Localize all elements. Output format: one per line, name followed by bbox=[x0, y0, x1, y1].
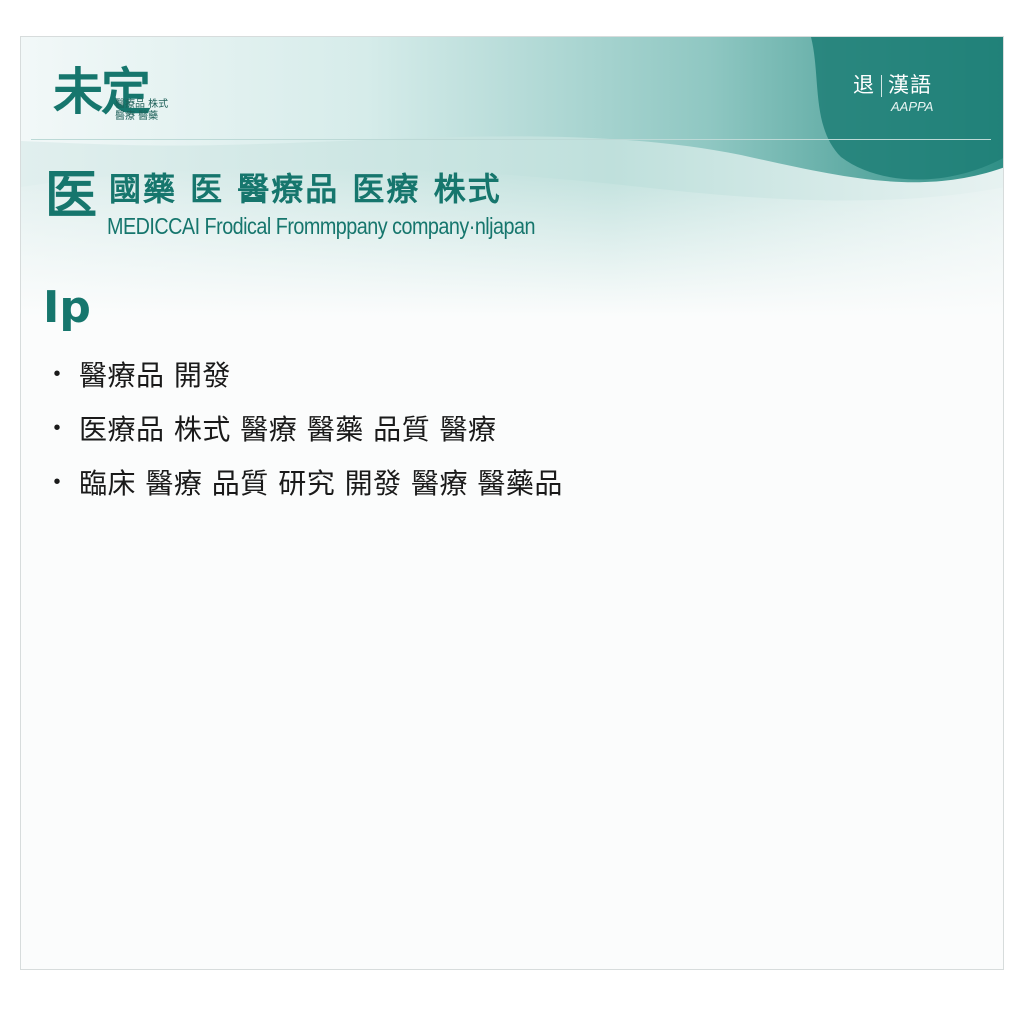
bullet-item: • 医療品 株式 醫療 醫藥 品質 醫療 bbox=[49, 401, 563, 455]
brand-logo-subtitle: 醫療品 株式 醫療 醫藥 bbox=[115, 99, 168, 123]
bullet-text: 醫療品 開發 bbox=[79, 359, 231, 392]
bullet-dot-icon: • bbox=[53, 362, 61, 385]
corner-label: 退漢語 bbox=[853, 69, 932, 99]
company-name-en: MEDICCAI Frodical Frommppany company·nlj… bbox=[107, 213, 536, 239]
company-name-jp: 國藥 医 醫療品 医療 株式 bbox=[109, 170, 502, 208]
bullet-dot-icon: • bbox=[53, 470, 61, 493]
corner-separator bbox=[881, 75, 882, 97]
company-logo-icon: 医 bbox=[45, 166, 98, 226]
bullet-text: 臨床 醫療 品質 研究 開發 醫療 醫藥品 bbox=[79, 467, 563, 500]
brand-sub-line-2: 醫療 醫藥 bbox=[115, 111, 159, 122]
slide-title: Ip bbox=[43, 282, 91, 333]
slide: 未定 醫療品 株式 醫療 醫藥 退漢語 AAPPA 医 國藥 医 醫療品 医療 … bbox=[20, 36, 1004, 970]
bullet-dot-icon: • bbox=[53, 416, 61, 439]
header-divider bbox=[31, 139, 991, 140]
corner-label-right: 漢語 bbox=[888, 73, 932, 97]
bullet-item: • 醫療品 開發 bbox=[49, 347, 563, 401]
bullet-text: 医療品 株式 醫療 醫藥 品質 醫療 bbox=[79, 413, 497, 446]
brand-sub-line-1: 醫療品 株式 bbox=[115, 99, 169, 110]
corner-label-en: AAPPA bbox=[891, 99, 934, 114]
bullet-list: • 醫療品 開發 • 医療品 株式 醫療 醫藥 品質 醫療 • 臨床 醫療 品質… bbox=[49, 347, 563, 509]
bullet-item: • 臨床 醫療 品質 研究 開發 醫療 醫藥品 bbox=[49, 455, 563, 509]
corner-label-left: 退 bbox=[853, 73, 875, 97]
